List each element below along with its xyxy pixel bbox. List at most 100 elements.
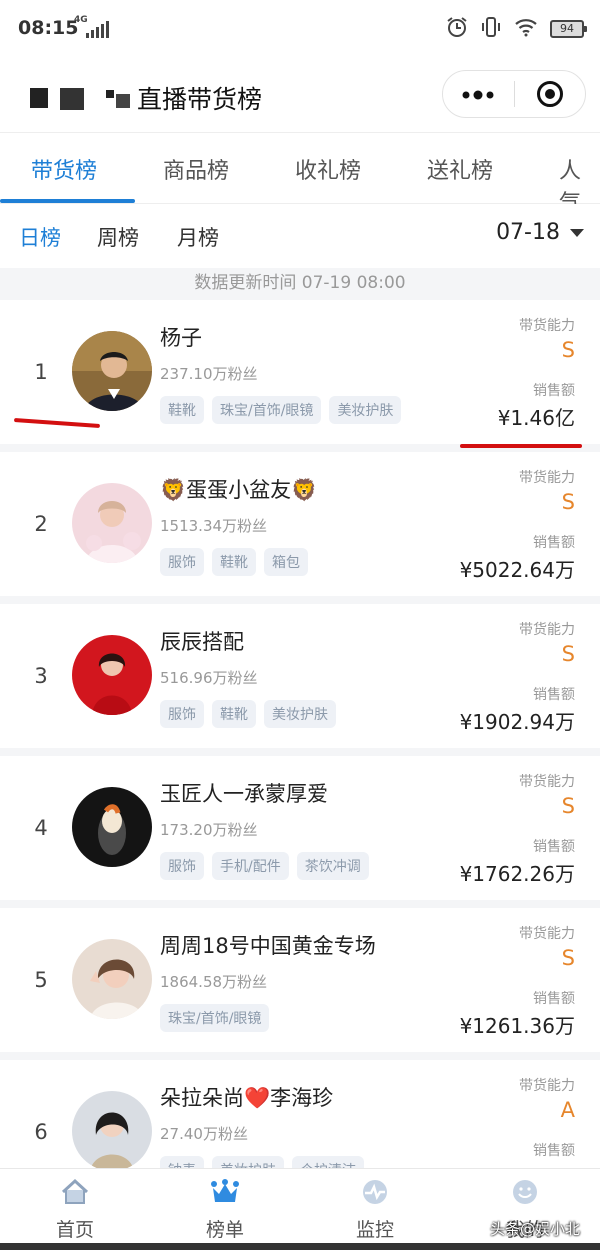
- category-tag: 鞋靴: [160, 396, 204, 424]
- category-tags: 服饰 鞋靴 美妆护肤: [160, 700, 336, 728]
- nav-rankings-label: 榜单: [205, 1219, 244, 1241]
- more-button[interactable]: [443, 84, 514, 104]
- category-tag: 箱包: [264, 548, 308, 576]
- streamer-name: 周周18号中国黄金专场: [160, 934, 376, 958]
- tab-gift-received-rank[interactable]: 收礼榜: [295, 153, 361, 185]
- fan-count: 1864.58万粉丝: [160, 973, 268, 991]
- tab-product-rank[interactable]: 商品榜: [163, 153, 229, 185]
- category-tags: 服饰 手机/配件 茶饮冲调: [160, 852, 369, 880]
- category-tag: 鞋靴: [212, 548, 256, 576]
- fan-count: 516.96万粉丝: [160, 669, 258, 687]
- battery-icon: 94: [550, 20, 587, 38]
- rank-number: 2: [34, 512, 48, 536]
- ranking-row[interactable]: 5 周周18号中国黄金专场 1864.58万粉丝 珠宝/首饰/眼镜 带货能力 S…: [0, 908, 600, 1052]
- more-dots-icon: [462, 90, 494, 100]
- rank-number: 6: [34, 1120, 48, 1144]
- sales-label: 销售额: [533, 687, 575, 703]
- sales-amount: ¥1261.36万: [459, 1014, 575, 1038]
- sales-amount: ¥1762.26万: [459, 862, 575, 886]
- category-tag: 手机/配件: [212, 852, 289, 880]
- streamer-name: 辰辰搭配: [160, 630, 244, 654]
- sales-amount: ¥1902.94万: [459, 710, 575, 734]
- rank-number: 1: [34, 360, 48, 384]
- category-tag: 美妆护肤: [212, 1156, 284, 1168]
- ranking-row[interactable]: 4 玉匠人一承蒙厚爱 173.20万粉丝 服饰 手机/配件 茶饮冲调 带货能力 …: [0, 756, 600, 900]
- redacted-block: [30, 88, 48, 108]
- capability-grade: S: [561, 642, 575, 666]
- sales-label: 销售额: [533, 383, 575, 399]
- rank-number: 4: [34, 816, 48, 840]
- rank-number: 5: [34, 968, 48, 992]
- category-tags: 服饰 鞋靴 箱包: [160, 548, 308, 576]
- sales-amount: ¥1.46亿: [497, 406, 575, 430]
- sales-amount: ¥5022.64万: [459, 558, 575, 582]
- avatar: [72, 787, 152, 867]
- tab-monthly[interactable]: 月榜: [177, 222, 219, 252]
- avatar: [72, 483, 152, 563]
- category-tags: 鞋靴 珠宝/首饰/眼镜 美妆护肤: [160, 396, 402, 424]
- capability-label: 带货能力: [519, 470, 575, 486]
- category-tags: 珠宝/首饰/眼镜: [160, 1004, 270, 1032]
- category-tag: 美妆护肤: [264, 700, 336, 728]
- date-selector[interactable]: 07-18: [496, 220, 584, 245]
- ranking-row[interactable]: 6 朵拉朵尚❤️李海珍 27.40万粉丝 钟表 美妆护肤 个护清洁 带货能力 A…: [0, 1060, 600, 1168]
- redacted-block: [106, 90, 114, 98]
- avatar: [72, 331, 152, 411]
- fan-count: 27.40万粉丝: [160, 1125, 248, 1143]
- avatar: [72, 939, 152, 1019]
- ranking-row[interactable]: 3 辰辰搭配 516.96万粉丝 服饰 鞋靴 美妆护肤 带货能力 S 销售额 ¥…: [0, 604, 600, 748]
- category-tag: 服饰: [160, 852, 204, 880]
- page-title: 直播带货榜: [137, 85, 263, 114]
- redacted-block: [116, 94, 130, 108]
- category-tag: 美妆护肤: [329, 396, 402, 424]
- nav-home[interactable]: 首页: [0, 1177, 150, 1242]
- watermark: 头条@娱小北: [490, 1220, 581, 1238]
- nav-home-label: 首页: [55, 1219, 94, 1241]
- red-underline-mark: [460, 444, 582, 448]
- main-tabs: 带货榜 商品榜 收礼榜 送礼榜 人气: [0, 132, 600, 216]
- face-icon: [450, 1177, 600, 1207]
- close-miniprogram-button[interactable]: [515, 81, 586, 107]
- category-tags: 钟表 美妆护肤 个护清洁: [160, 1156, 364, 1168]
- category-tag: 茶饮冲调: [296, 852, 369, 880]
- sales-label: 销售额: [533, 535, 575, 551]
- tab-gift-sent-rank[interactable]: 送礼榜: [427, 153, 493, 185]
- category-tag: 珠宝/首饰/眼镜: [160, 1004, 270, 1032]
- category-tag: 珠宝/首饰/眼镜: [212, 396, 322, 424]
- fan-count: 173.20万粉丝: [160, 821, 258, 839]
- streamer-name: 🦁蛋蛋小盆友🦁: [160, 478, 318, 502]
- miniprogram-capsule: [442, 70, 586, 118]
- ranking-row[interactable]: 2 🦁蛋蛋小盆友🦁 1513.34万粉丝 服饰 鞋靴 箱包 带货能力 S 销售额…: [0, 452, 600, 596]
- caret-down-icon: [570, 228, 584, 237]
- capability-label: 带货能力: [519, 318, 575, 334]
- title-bar: 直播带货榜: [0, 58, 600, 132]
- sales-label: 销售额: [533, 991, 575, 1007]
- category-tag: 个护清洁: [292, 1156, 364, 1168]
- nav-monitor[interactable]: 监控: [300, 1177, 450, 1242]
- period-tabs: 日榜 周榜 月榜 07-18: [0, 204, 600, 268]
- streamer-name: 杨子: [160, 326, 202, 350]
- tab-weekly[interactable]: 周榜: [97, 222, 139, 252]
- avatar: [72, 1091, 152, 1168]
- capability-grade: S: [561, 490, 575, 514]
- sales-label: 销售额: [533, 1143, 575, 1159]
- avatar: [72, 635, 152, 715]
- capability-grade: S: [561, 946, 575, 970]
- category-tag: 服饰: [160, 700, 204, 728]
- capability-grade: A: [560, 1098, 575, 1122]
- crown-icon: [150, 1177, 300, 1207]
- fan-count: 1513.34万粉丝: [160, 517, 268, 535]
- date-value: 07-18: [496, 220, 560, 245]
- category-tag: 钟表: [160, 1156, 204, 1168]
- capability-label: 带货能力: [519, 926, 575, 942]
- category-tag: 服饰: [160, 548, 204, 576]
- category-tag: 鞋靴: [212, 700, 256, 728]
- alarm-icon: [446, 16, 468, 42]
- tab-sales-rank[interactable]: 带货榜: [31, 153, 97, 185]
- streamer-name: 玉匠人一承蒙厚爱: [160, 782, 328, 806]
- signal-icon: [86, 20, 109, 38]
- tab-daily[interactable]: 日榜: [19, 222, 61, 252]
- nav-rankings[interactable]: 榜单: [150, 1177, 300, 1242]
- home-icon: [0, 1177, 150, 1207]
- sales-label: 销售额: [533, 839, 575, 855]
